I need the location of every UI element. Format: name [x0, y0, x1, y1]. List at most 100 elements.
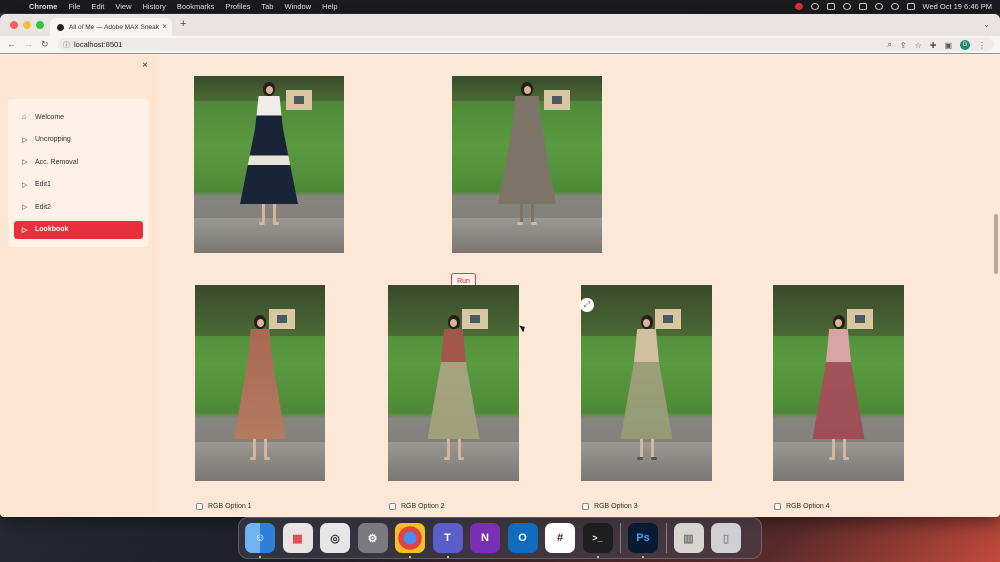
page-content: × ⌂ Welcome ▷ Uncropping ▷ Acc. Removal … — [0, 54, 1000, 517]
window-controls — [10, 21, 44, 29]
play-icon: ▷ — [22, 226, 28, 234]
slack-icon[interactable]: # — [545, 523, 575, 553]
screenshot-icon[interactable]: ◎ — [320, 523, 350, 553]
extensions-icon[interactable]: ✚ — [930, 41, 937, 50]
wifi-icon[interactable] — [874, 3, 883, 10]
moon-icon[interactable] — [842, 3, 851, 10]
address-bar[interactable]: ⓘ localhost:8501 ⌕ ⇪ ☆ ✚ ▣ G ⋮ — [58, 38, 994, 51]
option-checkbox-3[interactable]: RGB Option 3 — [582, 503, 638, 510]
browser-window: All of Me — Adobe MAX Sneak × + ⌄ ← → ↻ … — [0, 14, 1000, 517]
back-arrow-icon[interactable]: ← — [7, 39, 16, 49]
sidebar-item-edit1[interactable]: ▷ Edit1 — [14, 176, 143, 194]
sidebar-item-edit2[interactable]: ▷ Edit2 — [14, 198, 143, 216]
menu-app-name[interactable]: Chrome — [29, 2, 57, 11]
trash-icon[interactable]: ▯ — [711, 523, 741, 553]
status-icon[interactable] — [810, 3, 819, 10]
menu-profiles[interactable]: Profiles — [225, 2, 250, 11]
menu-edit[interactable]: Edit — [91, 2, 104, 11]
option-photo-3 — [581, 285, 712, 481]
tab-active[interactable]: All of Me — Adobe MAX Sneak × — [50, 18, 172, 36]
side-panel-icon[interactable]: ▣ — [944, 41, 952, 50]
menu-window[interactable]: Window — [284, 2, 311, 11]
dock: ☺ ▦ ◎ ⚙ T N O # >_ Ps ▥ ▯ — [238, 517, 762, 559]
forward-arrow-icon[interactable]: → — [24, 39, 33, 49]
sidebar-nav: ⌂ Welcome ▷ Uncropping ▷ Acc. Removal ▷ … — [8, 99, 149, 247]
browser-toolbar: ← → ↻ ⓘ localhost:8501 ⌕ ⇪ ☆ ✚ ▣ G ⋮ — [0, 36, 1000, 54]
mask-photo — [452, 76, 602, 253]
home-icon: ⌂ — [22, 113, 27, 121]
photoshop-icon[interactable]: Ps — [628, 523, 658, 558]
dock-separator — [620, 523, 621, 553]
sidebar-item-label: Edit2 — [35, 203, 51, 211]
system-settings-icon[interactable]: ⚙ — [357, 523, 388, 553]
sidebar-close-icon[interactable]: × — [142, 60, 148, 71]
play-icon: ▷ — [22, 181, 28, 189]
play-icon: ▷ — [22, 159, 28, 166]
menu-bookmarks[interactable]: Bookmarks — [177, 2, 215, 11]
bookmark-star-icon[interactable]: ☆ — [915, 41, 922, 50]
battery-icon[interactable] — [858, 3, 867, 10]
page-scrollbar[interactable] — [994, 214, 998, 274]
fullscreen-expand-icon[interactable]: ⤢ — [580, 298, 594, 312]
person-figure — [812, 315, 865, 460]
toolbar-actions: ⌕ ⇪ ☆ ✚ ▣ G ⋮ — [887, 40, 986, 50]
sidebar-item-welcome[interactable]: ⌂ Welcome — [14, 108, 143, 126]
sidebar-item-uncropping[interactable]: ▷ Uncropping — [14, 131, 143, 149]
option-label: RGB Option 3 — [594, 503, 638, 510]
control-center-icon[interactable] — [906, 3, 915, 10]
sidebar-item-label: Uncropping — [35, 136, 71, 143]
reference-photo — [194, 76, 344, 253]
chrome-icon[interactable] — [395, 523, 425, 558]
profile-avatar[interactable]: G — [960, 40, 970, 50]
launchpad-icon[interactable]: ▦ — [282, 523, 313, 553]
play-icon: ▷ — [22, 204, 28, 211]
info-icon[interactable]: ⓘ — [63, 40, 70, 50]
display-icon[interactable] — [826, 3, 835, 10]
option-checkbox-1[interactable]: RGB Option 1 — [196, 503, 252, 510]
option-label: RGB Option 2 — [401, 503, 445, 510]
favicon-icon — [57, 23, 64, 31]
person-figure-masked — [498, 82, 556, 225]
close-window-button[interactable] — [10, 21, 18, 29]
checkbox[interactable] — [389, 503, 396, 510]
new-tab-button[interactable]: + — [180, 18, 186, 30]
reload-icon[interactable]: ↻ — [41, 39, 49, 50]
more-menu-icon[interactable]: ⋮ — [978, 41, 986, 50]
menu-history[interactable]: History — [143, 2, 166, 11]
option-photo-1 — [195, 285, 325, 481]
checkbox[interactable] — [582, 503, 589, 510]
terminal-icon[interactable]: >_ — [582, 523, 613, 558]
sidebar: × ⌂ Welcome ▷ Uncropping ▷ Acc. Removal … — [0, 54, 157, 517]
option-checkbox-4[interactable]: RGB Option 4 — [774, 503, 830, 510]
person-figure — [427, 315, 480, 460]
person-figure — [620, 315, 673, 460]
menu-file[interactable]: File — [68, 2, 80, 11]
outlook-icon[interactable]: O — [507, 523, 538, 553]
menubar-clock[interactable]: Wed Oct 19 6:46 PM — [923, 2, 992, 11]
tab-strip: All of Me — Adobe MAX Sneak × + ⌄ — [0, 14, 1000, 36]
menu-help[interactable]: Help — [322, 2, 337, 11]
tab-search-chevron-icon[interactable]: ⌄ — [983, 20, 990, 29]
tab-close-icon[interactable]: × — [162, 22, 167, 31]
finder-icon[interactable]: ☺ — [245, 523, 275, 558]
recording-icon[interactable] — [794, 3, 803, 10]
sidebar-item-lookbook[interactable]: ▷ Lookbook — [14, 220, 143, 239]
checkbox[interactable] — [196, 503, 203, 510]
option-photo-2 — [388, 285, 519, 481]
search-icon[interactable] — [890, 3, 899, 10]
archive-icon[interactable]: ▥ — [673, 523, 704, 553]
sidebar-item-label: Acc. Removal — [35, 158, 79, 166]
url-text[interactable]: localhost:8501 — [74, 40, 122, 49]
onenote-icon[interactable]: N — [470, 523, 500, 553]
menu-view[interactable]: View — [115, 2, 131, 11]
zoom-window-button[interactable] — [36, 21, 44, 29]
person-figure — [234, 315, 286, 460]
minimize-window-button[interactable] — [23, 21, 31, 29]
teams-icon[interactable]: T — [432, 523, 463, 558]
share-icon[interactable]: ⇪ — [900, 41, 907, 50]
checkbox[interactable] — [774, 503, 781, 510]
sidebar-item-acc-removal[interactable]: ▷ Acc. Removal — [14, 153, 143, 171]
option-checkbox-2[interactable]: RGB Option 2 — [389, 503, 445, 510]
zoom-icon[interactable]: ⌕ — [887, 40, 891, 50]
menu-tab[interactable]: Tab — [261, 2, 273, 11]
